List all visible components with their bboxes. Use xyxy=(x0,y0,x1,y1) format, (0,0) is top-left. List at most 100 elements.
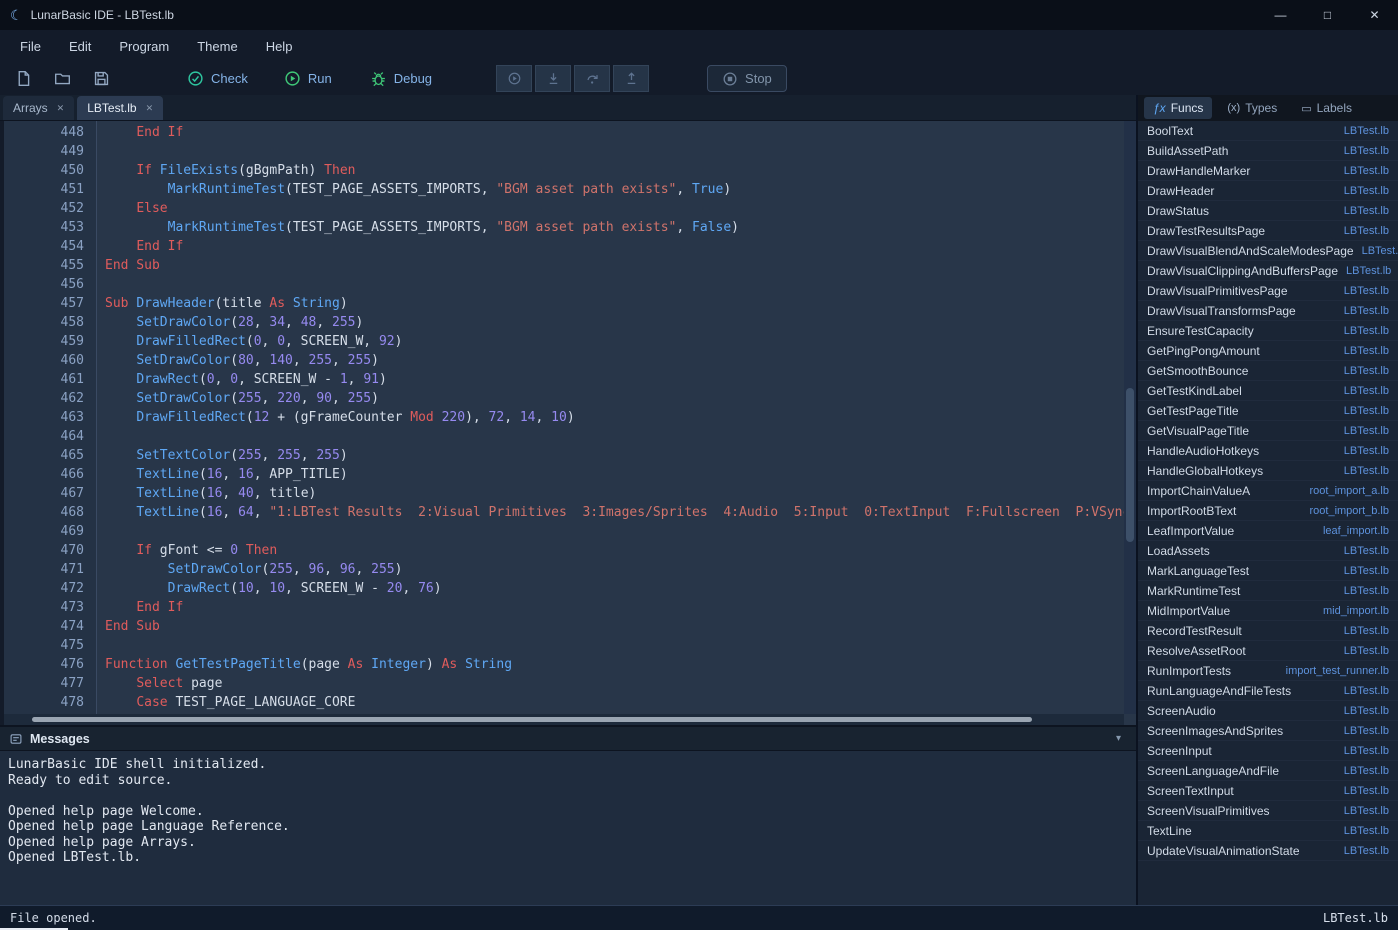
code-line-456[interactable] xyxy=(105,277,1136,296)
messages-collapse-icon[interactable]: ▾ xyxy=(1116,733,1127,744)
code-line-478[interactable]: Case TEST_PAGE_LANGUAGE_CORE xyxy=(105,695,1136,714)
function-list-item[interactable]: ImportChainValueAroot_import_a.lb xyxy=(1138,481,1398,501)
editor-code[interactable]: End If If FileExists(gBgmPath) Then Mark… xyxy=(97,121,1136,725)
code-line-472[interactable]: DrawRect(10, 10, SCREEN_W - 20, 76) xyxy=(105,581,1136,600)
function-list-item[interactable]: GetSmoothBounceLBTest.lb xyxy=(1138,361,1398,381)
code-line-451[interactable]: MarkRuntimeTest(TEST_PAGE_ASSETS_IMPORTS… xyxy=(105,182,1136,201)
code-line-459[interactable]: DrawFilledRect(0, 0, SCREEN_W, 92) xyxy=(105,334,1136,353)
function-list-item[interactable]: GetVisualPageTitleLBTest.lb xyxy=(1138,421,1398,441)
function-list-item[interactable]: MidImportValuemid_import.lb xyxy=(1138,601,1398,621)
messages-header[interactable]: Messages ▾ xyxy=(0,727,1136,751)
function-list-item[interactable]: DrawVisualPrimitivesPageLBTest.lb xyxy=(1138,281,1398,301)
function-list-item[interactable]: DrawStatusLBTest.lb xyxy=(1138,201,1398,221)
function-list-item[interactable]: BoolTextLBTest.lb xyxy=(1138,121,1398,141)
code-line-461[interactable]: DrawRect(0, 0, SCREEN_W - 1, 91) xyxy=(105,372,1136,391)
run-button[interactable]: Run xyxy=(284,70,332,87)
code-line-476[interactable]: Function GetTestPageTitle(page As Intege… xyxy=(105,657,1136,676)
horizontal-scrollbar-thumb[interactable] xyxy=(32,717,1032,722)
close-button[interactable]: ✕ xyxy=(1351,0,1398,30)
function-list-item[interactable]: MarkLanguageTestLBTest.lb xyxy=(1138,561,1398,581)
code-line-471[interactable]: SetDrawColor(255, 96, 96, 255) xyxy=(105,562,1136,581)
function-list-item[interactable]: HandleGlobalHotkeysLBTest.lb xyxy=(1138,461,1398,481)
debug-button[interactable]: Debug xyxy=(370,70,432,87)
function-list-item[interactable]: DrawVisualClippingAndBuffersPageLBTest.l… xyxy=(1138,261,1398,281)
step-into-button[interactable] xyxy=(535,65,571,92)
function-list-item[interactable]: RecordTestResultLBTest.lb xyxy=(1138,621,1398,641)
function-list-item[interactable]: ScreenVisualPrimitivesLBTest.lb xyxy=(1138,801,1398,821)
maximize-button[interactable]: □ xyxy=(1304,0,1351,30)
function-list-item[interactable]: LeafImportValueleaf_import.lb xyxy=(1138,521,1398,541)
code-line-455[interactable]: End Sub xyxy=(105,258,1136,277)
function-list-item[interactable]: ScreenImagesAndSpritesLBTest.lb xyxy=(1138,721,1398,741)
save-file-button[interactable] xyxy=(86,66,116,92)
code-line-474[interactable]: End Sub xyxy=(105,619,1136,638)
new-file-button[interactable] xyxy=(8,66,38,92)
code-line-475[interactable] xyxy=(105,638,1136,657)
function-list-item[interactable]: RunLanguageAndFileTestsLBTest.lb xyxy=(1138,681,1398,701)
code-line-462[interactable]: SetDrawColor(255, 220, 90, 255) xyxy=(105,391,1136,410)
code-line-458[interactable]: SetDrawColor(28, 34, 48, 255) xyxy=(105,315,1136,334)
function-list-item[interactable]: UpdateVisualAnimationStateLBTest.lb xyxy=(1138,841,1398,861)
function-list-item[interactable]: ScreenLanguageAndFileLBTest.lb xyxy=(1138,761,1398,781)
vertical-scrollbar-thumb[interactable] xyxy=(1126,388,1134,542)
sidebar-tab-funcs[interactable]: ƒx Funcs xyxy=(1144,97,1212,119)
code-line-464[interactable] xyxy=(105,429,1136,448)
function-list-item[interactable]: DrawHeaderLBTest.lb xyxy=(1138,181,1398,201)
function-list-item[interactable]: EnsureTestCapacityLBTest.lb xyxy=(1138,321,1398,341)
menu-item-help[interactable]: Help xyxy=(252,33,307,60)
function-list-item[interactable]: RunImportTestsimport_test_runner.lb xyxy=(1138,661,1398,681)
function-list-item[interactable]: GetPingPongAmountLBTest.lb xyxy=(1138,341,1398,361)
code-line-465[interactable]: SetTextColor(255, 255, 255) xyxy=(105,448,1136,467)
menu-item-program[interactable]: Program xyxy=(105,33,183,60)
code-line-452[interactable]: Else xyxy=(105,201,1136,220)
code-line-453[interactable]: MarkRuntimeTest(TEST_PAGE_ASSETS_IMPORTS… xyxy=(105,220,1136,239)
code-line-460[interactable]: SetDrawColor(80, 140, 255, 255) xyxy=(105,353,1136,372)
function-list-item[interactable]: HandleAudioHotkeysLBTest.lb xyxy=(1138,441,1398,461)
code-line-449[interactable] xyxy=(105,144,1136,163)
stop-button[interactable]: Stop xyxy=(707,65,787,92)
tab-close-icon[interactable]: ✕ xyxy=(57,103,65,114)
function-list-item[interactable]: TextLineLBTest.lb xyxy=(1138,821,1398,841)
code-line-457[interactable]: Sub DrawHeader(title As String) xyxy=(105,296,1136,315)
function-list-item[interactable]: GetTestKindLabelLBTest.lb xyxy=(1138,381,1398,401)
step-over-button[interactable] xyxy=(574,65,610,92)
editor-tab-arrays[interactable]: Arrays✕ xyxy=(3,96,74,120)
minimize-button[interactable]: — xyxy=(1257,0,1304,30)
menu-item-file[interactable]: File xyxy=(6,33,55,60)
code-line-467[interactable]: TextLine(16, 40, title) xyxy=(105,486,1136,505)
code-line-450[interactable]: If FileExists(gBgmPath) Then xyxy=(105,163,1136,182)
code-line-448[interactable]: End If xyxy=(105,125,1136,144)
code-line-463[interactable]: DrawFilledRect(12 + (gFrameCounter Mod 2… xyxy=(105,410,1136,429)
function-list-item[interactable]: DrawTestResultsPageLBTest.lb xyxy=(1138,221,1398,241)
code-line-469[interactable] xyxy=(105,524,1136,543)
function-list-item[interactable]: ScreenTextInputLBTest.lb xyxy=(1138,781,1398,801)
menu-item-edit[interactable]: Edit xyxy=(55,33,105,60)
editor-tab-lbtest-lb[interactable]: LBTest.lb✕ xyxy=(77,96,163,120)
editor-horizontal-scrollbar[interactable] xyxy=(4,714,1124,725)
open-file-button[interactable] xyxy=(47,66,77,92)
check-button[interactable]: Check xyxy=(187,70,248,87)
function-list-item[interactable]: ScreenAudioLBTest.lb xyxy=(1138,701,1398,721)
sidebar-tab-types[interactable]: (x) Types xyxy=(1218,97,1286,119)
function-list-item[interactable]: DrawHandleMarkerLBTest.lb xyxy=(1138,161,1398,181)
menu-item-theme[interactable]: Theme xyxy=(183,33,251,60)
step-out-button[interactable] xyxy=(613,65,649,92)
function-list-item[interactable]: ResolveAssetRootLBTest.lb xyxy=(1138,641,1398,661)
code-line-468[interactable]: TextLine(16, 64, "1:LBTest Results 2:Vis… xyxy=(105,505,1136,524)
code-line-454[interactable]: End If xyxy=(105,239,1136,258)
sidebar-tab-labels[interactable]: ▭ Labels xyxy=(1292,97,1361,119)
code-editor[interactable]: 4484494504514524534544554564574584594604… xyxy=(0,121,1136,725)
code-line-466[interactable]: TextLine(16, 16, APP_TITLE) xyxy=(105,467,1136,486)
function-list-item[interactable]: DrawVisualBlendAndScaleModesPageLBTest.l… xyxy=(1138,241,1398,261)
code-line-477[interactable]: Select page xyxy=(105,676,1136,695)
editor-vertical-scrollbar[interactable] xyxy=(1124,121,1136,714)
function-list-item[interactable]: GetTestPageTitleLBTest.lb xyxy=(1138,401,1398,421)
continue-button[interactable] xyxy=(496,65,532,92)
code-line-473[interactable]: End If xyxy=(105,600,1136,619)
tab-close-icon[interactable]: ✕ xyxy=(146,103,154,114)
function-list-item[interactable]: ScreenInputLBTest.lb xyxy=(1138,741,1398,761)
function-list-item[interactable]: BuildAssetPathLBTest.lb xyxy=(1138,141,1398,161)
code-line-470[interactable]: If gFont <= 0 Then xyxy=(105,543,1136,562)
function-list-item[interactable]: LoadAssetsLBTest.lb xyxy=(1138,541,1398,561)
function-list-item[interactable]: ImportRootBTextroot_import_b.lb xyxy=(1138,501,1398,521)
